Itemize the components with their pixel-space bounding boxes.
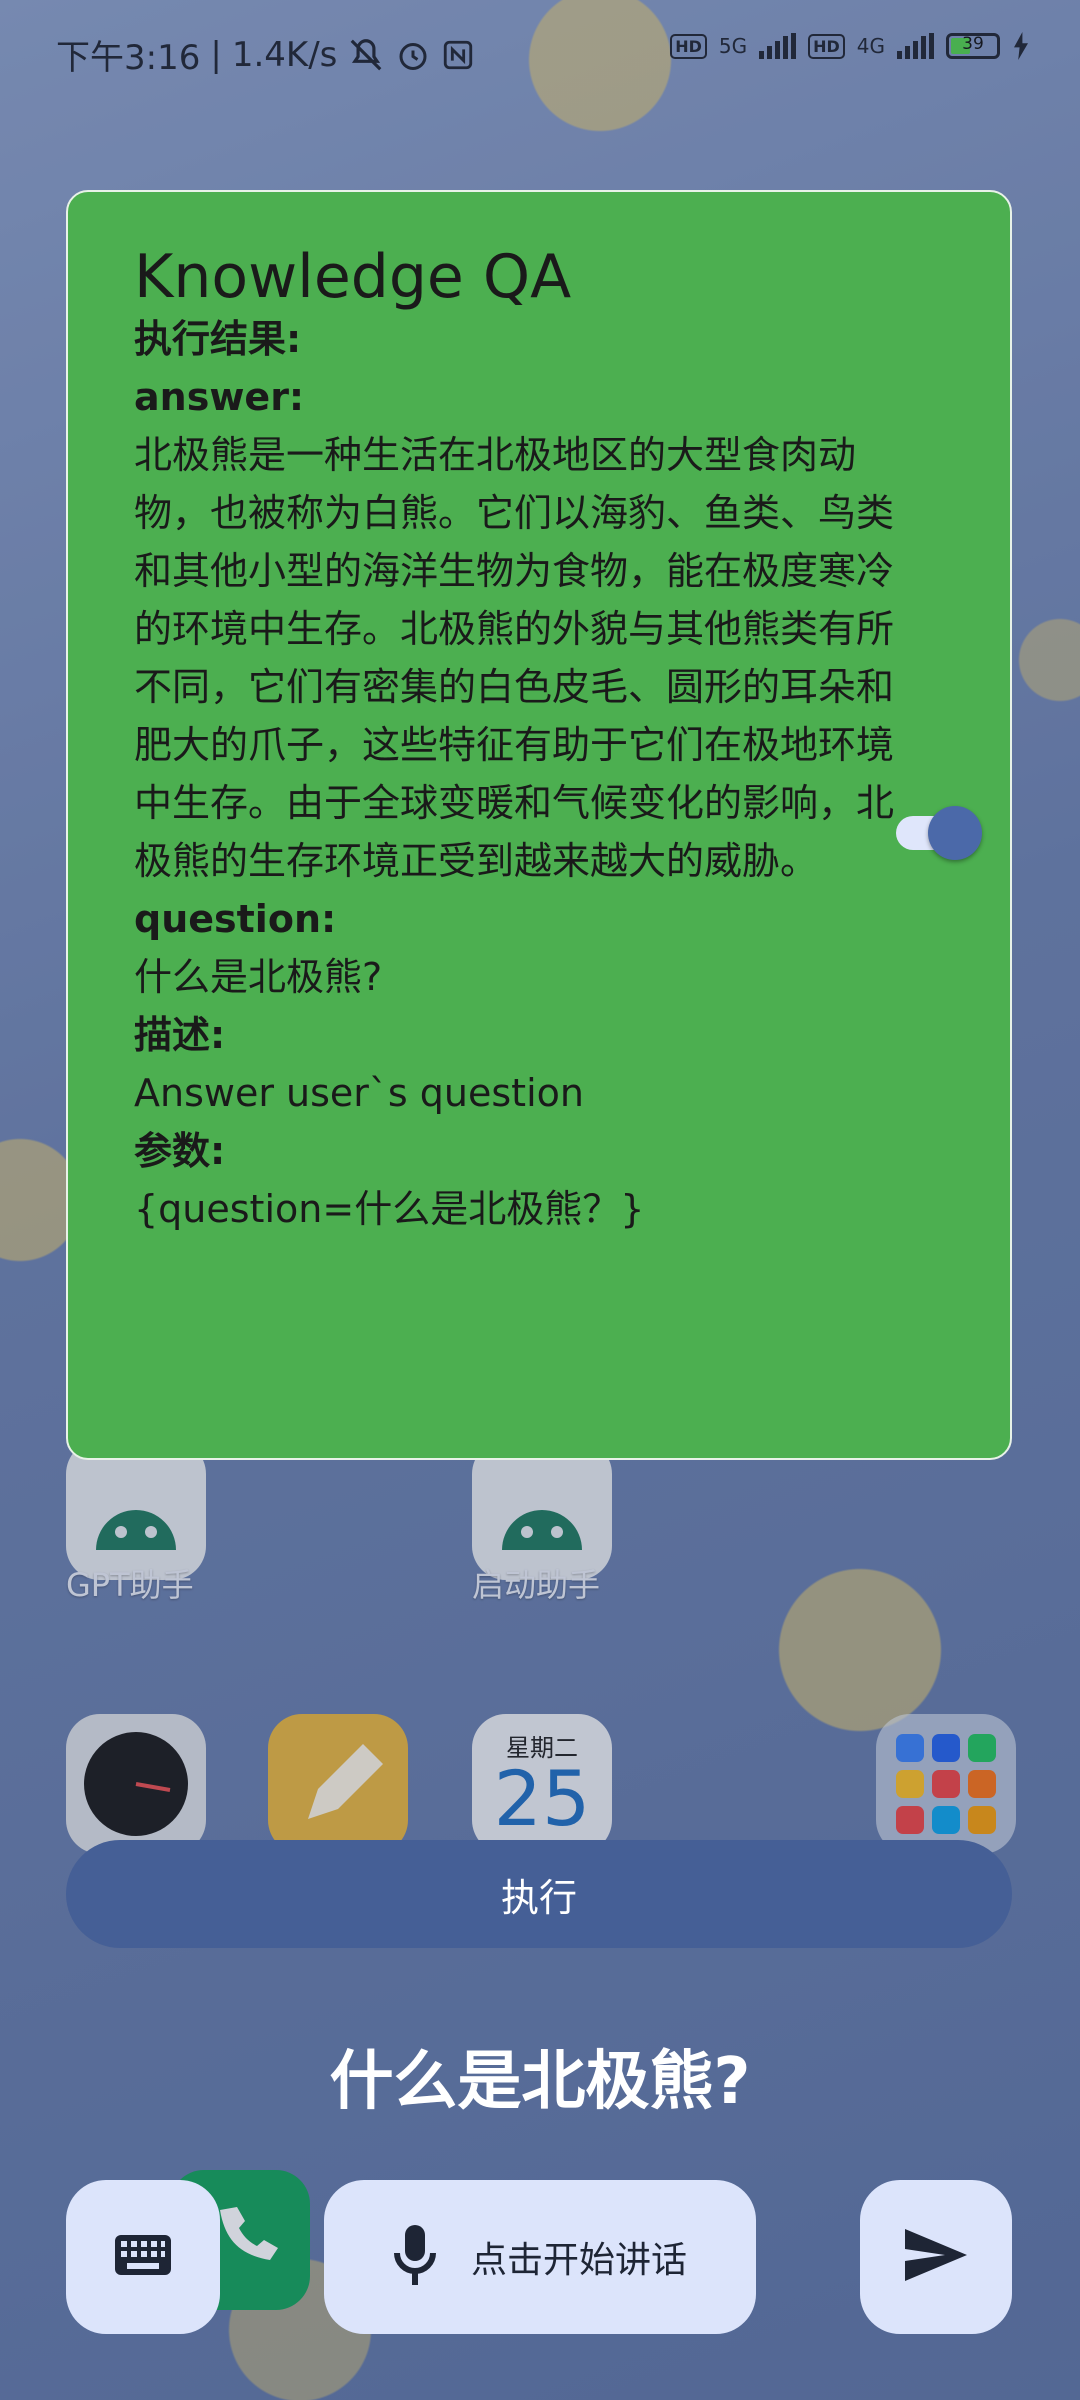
send-button[interactable] xyxy=(860,2180,1012,2334)
params-key: 参数: xyxy=(134,1129,226,1173)
question-value: 什么是北极熊? xyxy=(134,955,383,999)
question-key: question: xyxy=(134,897,337,941)
params-value: {question=什么是北极熊？} xyxy=(134,1187,645,1231)
card-title: Knowledge QA xyxy=(134,242,572,312)
result-toggle[interactable] xyxy=(896,806,982,860)
send-icon xyxy=(905,2229,967,2285)
toggle-thumb xyxy=(928,806,982,860)
result-card: Knowledge QA 执行结果: answer: 北极熊是一种生活在北极地区… xyxy=(66,190,1012,1460)
answer-value: 北极熊是一种生活在北极地区的大型食肉动物，也被称为白熊。它们以海豹、鱼类、鸟类和… xyxy=(134,433,895,883)
voice-input-label: 点击开始讲话 xyxy=(470,2240,687,2281)
execute-button[interactable]: 执行 xyxy=(66,1840,1012,1948)
answer-key: answer: xyxy=(134,375,305,419)
keyboard-button[interactable] xyxy=(66,2180,220,2334)
result-label: 执行结果: xyxy=(134,317,302,361)
description-value: Answer user`s question xyxy=(134,1071,584,1115)
description-key: 描述: xyxy=(134,1013,226,1057)
keyboard-icon xyxy=(115,2235,171,2279)
mic-icon xyxy=(393,2225,437,2289)
query-text: 什么是北极熊? xyxy=(329,2045,751,2119)
card-body: 执行结果: answer: 北极熊是一种生活在北极地区的大型食肉动物，也被称为白… xyxy=(134,310,894,1238)
voice-input-button[interactable]: 点击开始讲话 xyxy=(324,2180,756,2334)
